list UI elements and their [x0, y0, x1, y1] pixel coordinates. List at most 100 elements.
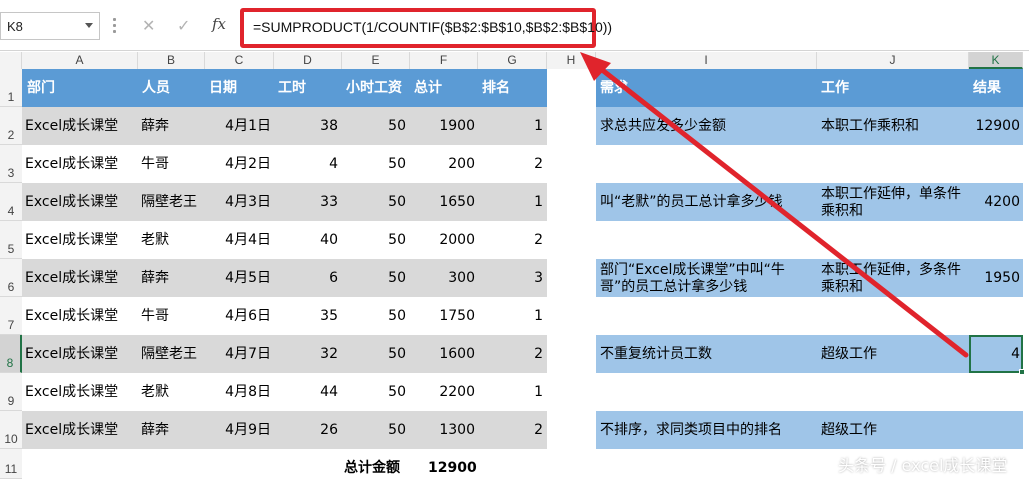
cell-work[interactable]: 本职工作延伸，多条件乘积和 [821, 262, 967, 296]
column-header-b[interactable]: B [138, 52, 205, 69]
cell-date[interactable]: 4月9日 [205, 411, 271, 449]
cell-hours[interactable]: 6 [274, 259, 338, 297]
cell-total[interactable]: 300 [410, 259, 475, 297]
cell-department[interactable]: Excel成长课堂 [25, 107, 137, 145]
cell-work[interactable]: 超级工作 [821, 411, 967, 449]
cell-rank[interactable]: 2 [478, 221, 543, 259]
column-header-j[interactable]: J [817, 52, 969, 69]
cell-hours[interactable]: 33 [274, 183, 338, 221]
cell-hourly-wage[interactable]: 50 [342, 183, 406, 221]
cell-hourly-wage[interactable]: 50 [342, 411, 406, 449]
cell-need[interactable]: 不重复统计员工数 [600, 335, 815, 373]
column-header-f[interactable]: F [410, 52, 478, 69]
cell-department[interactable]: Excel成长课堂 [25, 221, 137, 259]
header-department[interactable]: 部门 [27, 69, 135, 107]
cell-rank[interactable]: 1 [478, 107, 543, 145]
row-header-4[interactable]: 4 [0, 183, 22, 221]
cell-work[interactable]: 本职工作乘积和 [821, 107, 967, 145]
total-amount-label[interactable]: 总计金额 [344, 449, 412, 479]
cell-hourly-wage[interactable]: 50 [342, 107, 406, 145]
row-header-5[interactable]: 5 [0, 221, 22, 259]
cell-date[interactable]: 4月3日 [205, 183, 271, 221]
cell-rank[interactable]: 1 [478, 373, 543, 411]
cell-hours[interactable]: 35 [274, 297, 338, 335]
cell-hours[interactable]: 38 [274, 107, 338, 145]
name-box[interactable]: K8 [0, 12, 100, 40]
cell-person[interactable]: 隔壁老王 [141, 335, 205, 373]
cell-person[interactable]: 薛奔 [141, 259, 205, 297]
header-total[interactable]: 总计 [414, 69, 474, 107]
cell-date[interactable]: 4月8日 [205, 373, 271, 411]
column-header-e[interactable]: E [342, 52, 410, 69]
cell-total[interactable]: 200 [410, 145, 475, 183]
cancel-icon[interactable]: ✕ [142, 16, 155, 35]
cell-work[interactable]: 超级工作 [821, 335, 967, 373]
cell-need[interactable]: 不排序，求同类项目中的排名 [600, 411, 815, 449]
column-header-i[interactable]: I [596, 52, 817, 69]
row-header-10[interactable]: 10 [0, 411, 22, 449]
column-header-g[interactable]: G [478, 52, 547, 69]
cell-department[interactable]: Excel成长课堂 [25, 259, 137, 297]
cell-total[interactable]: 2200 [410, 373, 475, 411]
cell-work[interactable]: 本职工作延伸，单条件乘积和 [821, 186, 967, 220]
cell-date[interactable]: 4月5日 [205, 259, 271, 297]
total-amount-value[interactable]: 12900 [428, 449, 488, 479]
row-header-11[interactable]: 11 [0, 449, 22, 479]
formula-input[interactable]: =SUMPRODUCT(1/COUNTIF($B$2:$B$10,$B$2:$B… [240, 8, 612, 48]
column-header-k[interactable]: K [969, 52, 1023, 69]
cell-hourly-wage[interactable]: 50 [342, 145, 406, 183]
cell-department[interactable]: Excel成长课堂 [25, 183, 137, 221]
cell-rank[interactable]: 2 [478, 411, 543, 449]
header-rank[interactable]: 排名 [482, 69, 542, 107]
cell-hours[interactable]: 40 [274, 221, 338, 259]
column-header-h[interactable]: H [547, 52, 596, 69]
header-hourly-wage[interactable]: 小时工资 [346, 69, 412, 107]
cell-rank[interactable]: 2 [478, 335, 543, 373]
select-all-corner[interactable] [0, 52, 22, 69]
cell-hourly-wage[interactable]: 50 [342, 373, 406, 411]
cell-rank[interactable]: 1 [478, 183, 543, 221]
cell-rank[interactable]: 1 [478, 297, 543, 335]
fill-handle[interactable] [1019, 369, 1025, 375]
cell-rank[interactable]: 2 [478, 145, 543, 183]
header-need[interactable]: 需求 [600, 69, 810, 107]
row-header-6[interactable]: 6 [0, 259, 22, 297]
cell-result[interactable]: 1950 [969, 259, 1020, 297]
cell-department[interactable]: Excel成长课堂 [25, 297, 137, 335]
cell-person[interactable]: 薛奔 [141, 411, 205, 449]
drag-handle-icon[interactable] [113, 18, 116, 34]
cell-total[interactable]: 1600 [410, 335, 475, 373]
cell-person[interactable]: 牛哥 [141, 145, 205, 183]
cell-hours[interactable]: 44 [274, 373, 338, 411]
cell-date[interactable]: 4月2日 [205, 145, 271, 183]
cell-person[interactable]: 薛奔 [141, 107, 205, 145]
cell-total[interactable]: 1650 [410, 183, 475, 221]
cell-need[interactable]: 部门“Excel成长课堂”中叫“牛哥”的员工总计拿多少钱 [600, 262, 814, 296]
row-header-7[interactable]: 7 [0, 297, 22, 335]
cell-total[interactable]: 2000 [410, 221, 475, 259]
header-result[interactable]: 结果 [973, 69, 1019, 107]
cell-rank[interactable]: 3 [478, 259, 543, 297]
column-header-c[interactable]: C [205, 52, 274, 69]
column-header-a[interactable]: A [22, 52, 138, 69]
cell-need[interactable]: 叫“老默”的员工总计拿多少钱 [600, 183, 815, 221]
cell-hourly-wage[interactable]: 50 [342, 221, 406, 259]
cell-need[interactable]: 求总共应发多少金额 [600, 107, 815, 145]
enter-icon[interactable]: ✓ [177, 16, 190, 35]
cell-person[interactable]: 老默 [141, 373, 205, 411]
column-header-d[interactable]: D [274, 52, 342, 69]
cell-total[interactable]: 1900 [410, 107, 475, 145]
cell-hours[interactable]: 26 [274, 411, 338, 449]
cell-date[interactable]: 4月4日 [205, 221, 271, 259]
cell-person[interactable]: 牛哥 [141, 297, 205, 335]
header-work[interactable]: 工作 [821, 69, 961, 107]
row-header-8[interactable]: 8 [0, 335, 22, 373]
cell-hours[interactable]: 32 [274, 335, 338, 373]
row-header-9[interactable]: 9 [0, 373, 22, 411]
row-header-1[interactable]: 1 [0, 69, 22, 107]
cell-date[interactable]: 4月7日 [205, 335, 271, 373]
cell-result[interactable]: 12900 [969, 107, 1020, 145]
active-cell-selection[interactable] [969, 335, 1025, 375]
cell-result[interactable]: 4200 [969, 183, 1020, 221]
cell-total[interactable]: 1750 [410, 297, 475, 335]
